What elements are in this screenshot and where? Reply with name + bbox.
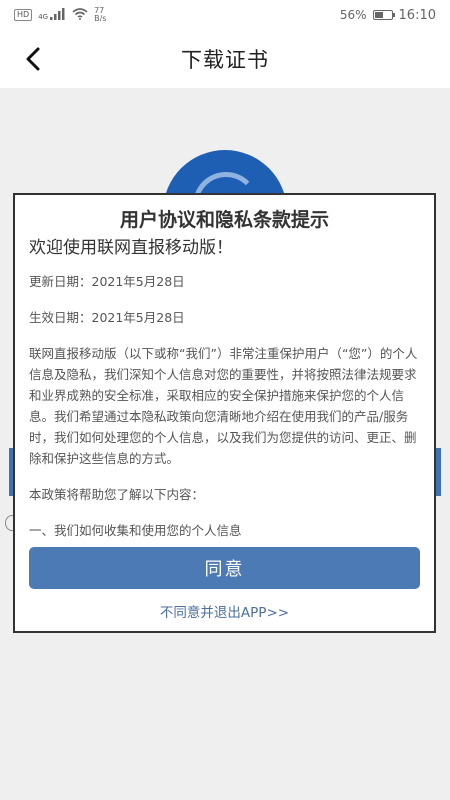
hd-badge: HD (14, 9, 33, 21)
nav-bar: 下载证书 (0, 30, 450, 88)
policy-paragraph: 联网直报移动版（以下或称“我们”）非常注重保护用户（“您”）的个人信息及隐私，我… (29, 346, 418, 466)
back-button[interactable] (18, 44, 48, 74)
status-right: 56% 16:10 (340, 8, 436, 23)
dialog-body[interactable]: 更新日期：2021年5月28日 生效日期：2021年5月28日 联网直报移动版（… (29, 271, 420, 541)
decline-exit-link[interactable]: 不同意并退出APP>> (29, 601, 420, 621)
privacy-dialog: 用户协议和隐私条款提示 欢迎使用联网直报移动版！ 更新日期：2021年5月28日… (13, 193, 436, 633)
battery-percent: 56% (339, 8, 367, 22)
signal-icon (50, 7, 66, 23)
battery-fill (374, 12, 384, 18)
dialog-title: 用户协议和隐私条款提示 (119, 209, 329, 231)
network-speed: 77 B/s (94, 7, 106, 23)
status-left: HD 4G 77 B/s (14, 7, 106, 23)
effective-date: 生效日期：2021年5月28日 (29, 310, 185, 325)
wifi-icon (72, 7, 88, 23)
speed-unit: B/s (94, 14, 107, 23)
status-bar: HD 4G 77 B/s 56% 16:10 (0, 0, 450, 30)
chevron-left-icon (26, 47, 40, 71)
policy-summary: 本政策将帮助您了解以下内容： (29, 487, 205, 502)
network-type: 4G (38, 13, 49, 21)
update-date: 更新日期：2021年5月28日 (29, 274, 185, 289)
agree-button[interactable]: 同意 (29, 547, 420, 589)
clock: 16:10 (398, 7, 436, 23)
policy-section-1: 一、我们如何收集和使用您的个人信息 (29, 523, 242, 538)
dialog-welcome: 欢迎使用联网直报移动版！ (29, 238, 233, 258)
page-title: 下载证书 (181, 48, 269, 72)
battery-icon (372, 10, 395, 20)
